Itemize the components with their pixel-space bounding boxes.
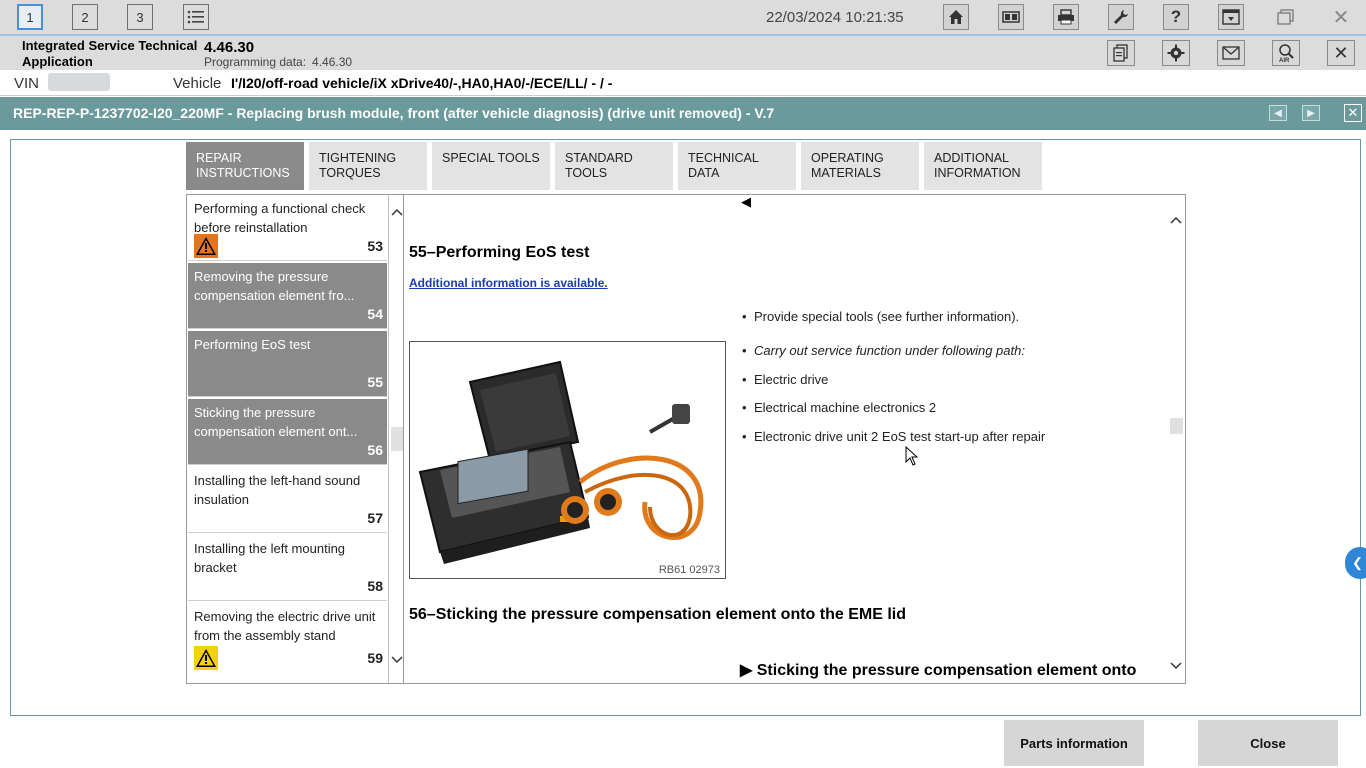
image-caption: RB61 02973: [658, 564, 720, 576]
instruction-bullet: • Electrical machine electronics 2: [742, 400, 937, 415]
instruction-content: ◀ 55–Performing EoS test Additional info…: [404, 194, 1186, 684]
datetime: 22/03/2024 10:21:35: [766, 9, 904, 26]
window-restore-icon[interactable]: [1273, 4, 1299, 30]
vehicle-value: I'/I20/off-road vehicle/iX xDrive40/-,HA…: [231, 75, 613, 91]
document-list-icon[interactable]: [1107, 40, 1135, 66]
caution-icon: [194, 646, 218, 670]
list-item[interactable]: Performing a functional check before rei…: [188, 195, 387, 261]
scroll-up-icon[interactable]: [391, 207, 403, 219]
bullet-text: Provide special tools (see further infor…: [754, 309, 1020, 324]
instruction-bullet: • Carry out service function under follow…: [742, 343, 1025, 358]
document-title-bar: REP-REP-P-1237702-I20_220MF - Replacing …: [0, 97, 1366, 130]
tab-additional-information[interactable]: Additional information: [924, 142, 1042, 190]
step-heading-56: 56–Sticking the pressure compensation el…: [409, 606, 906, 623]
step-title: Sticking the pressure compensation eleme…: [194, 405, 358, 439]
workspace-1-button[interactable]: 1: [17, 4, 43, 30]
step-number: 58: [367, 578, 383, 594]
tab-operating-materials[interactable]: Operating materials: [801, 142, 919, 190]
tab-repair-instructions[interactable]: Repair instructions: [186, 142, 304, 190]
mail-icon[interactable]: [1217, 40, 1245, 66]
instruction-bullet: • Electric drive: [742, 372, 829, 387]
bullet-text: Electronic drive unit 2 EoS test start-u…: [754, 429, 1046, 444]
mouse-cursor-icon: [905, 446, 919, 466]
app-version: 4.46.30: [204, 39, 255, 56]
list-item[interactable]: Removing the pressure compensation eleme…: [188, 263, 387, 329]
additional-info-link[interactable]: Additional information is available.: [409, 276, 608, 290]
step-number: 59: [367, 650, 383, 666]
step-number: 57: [367, 510, 383, 526]
close-session-icon[interactable]: ✕: [1327, 40, 1355, 66]
close-button[interactable]: Close: [1198, 720, 1338, 766]
parts-information-button[interactable]: Parts information: [1004, 720, 1144, 766]
print-icon[interactable]: [1053, 4, 1079, 30]
programming-data-value: 4.46.30: [312, 55, 353, 69]
app-header: Integrated Service Technical Application…: [0, 36, 1366, 70]
bullet-text: Electric drive: [754, 372, 829, 387]
instruction-bullet: • Provide special tools (see further info…: [742, 309, 1020, 324]
diagnosis-tester-illustration: [418, 360, 704, 564]
step-list: Performing a functional check before rei…: [186, 194, 404, 684]
list-item[interactable]: Removing the electric drive unit from th…: [188, 603, 387, 683]
step-number: 56: [367, 442, 383, 458]
vin-label: VIN: [14, 75, 40, 92]
programming-data: Programming data: 4.46.30: [204, 55, 352, 69]
content-scrollbar[interactable]: [1167, 195, 1185, 683]
instruction-bullet: • Electronic drive unit 2 EoS test start-…: [742, 429, 1046, 444]
step-title: Removing the electric drive unit from th…: [194, 609, 376, 643]
workspace-2-button[interactable]: 2: [72, 4, 98, 30]
help-icon[interactable]: ?: [1163, 4, 1189, 30]
scroll-up-icon[interactable]: [1170, 211, 1182, 229]
tab-tightening-torques[interactable]: Tightening torques: [309, 142, 427, 190]
close-document-icon[interactable]: ✕: [1344, 104, 1362, 122]
step-heading-55: 55–Performing EoS test: [409, 244, 590, 261]
list-item[interactable]: Installing the left-hand sound insulatio…: [188, 467, 387, 533]
scroll-down-icon[interactable]: [391, 655, 403, 667]
step-title: Performing EoS test: [194, 337, 311, 352]
document-title: REP-REP-P-1237702-I20_220MF - Replacing …: [13, 105, 775, 121]
air-search-icon[interactable]: AIR: [1272, 40, 1300, 66]
app-name: Integrated Service Technical Application: [22, 38, 198, 69]
vehicle-info-row: VIN Vehicle I'/I20/off-road vehicle/iX x…: [0, 70, 1366, 96]
wrench-icon[interactable]: [1108, 4, 1134, 30]
scroll-thumb[interactable]: [391, 427, 403, 451]
vehicle-label: Vehicle: [173, 75, 222, 92]
bullet-text: Carry out service function under followi…: [754, 343, 1025, 358]
bullet-text: Electrical machine electronics 2: [754, 400, 937, 415]
dropdown-panel-icon[interactable]: [1218, 4, 1244, 30]
programming-data-label: Programming data:: [204, 55, 307, 69]
list-item[interactable]: Performing EoS test 55: [188, 331, 387, 397]
warning-icon: [194, 234, 218, 258]
list-item[interactable]: Installing the left mounting bracket 58: [188, 535, 387, 601]
scroll-down-icon[interactable]: [1170, 657, 1182, 675]
step-title: Removing the pressure compensation eleme…: [194, 269, 355, 303]
step-number: 53: [367, 238, 383, 254]
side-panel-expand-icon[interactable]: ❮: [1345, 547, 1366, 579]
home-icon[interactable]: [943, 4, 969, 30]
workspace-3-button[interactable]: 3: [127, 4, 153, 30]
tab-special-tools[interactable]: Special tools: [432, 142, 550, 190]
scroll-thumb[interactable]: [1170, 418, 1183, 434]
previous-document-icon[interactable]: ◀: [1269, 105, 1287, 121]
vehicle-data-icon[interactable]: [998, 4, 1024, 30]
list-view-icon[interactable]: [183, 4, 209, 30]
collapse-triangle-icon[interactable]: ◀: [741, 195, 751, 210]
step-title: Installing the left-hand sound insulatio…: [194, 473, 361, 507]
special-tool-image[interactable]: RB61 02973: [409, 341, 726, 579]
step-title: Performing a functional check before rei…: [194, 201, 366, 235]
close-app-icon[interactable]: ✕: [1328, 4, 1354, 30]
svg-text:AIR: AIR: [1279, 58, 1290, 63]
tab-technical-data[interactable]: Technical data: [678, 142, 796, 190]
list-item[interactable]: Sticking the pressure compensation eleme…: [188, 399, 387, 465]
gear-icon[interactable]: [1162, 40, 1190, 66]
tab-standard-tools[interactable]: Standard tools: [555, 142, 673, 190]
step-list-scrollbar[interactable]: [388, 195, 403, 683]
vin-value-redacted: [48, 73, 110, 91]
next-document-icon[interactable]: ▶: [1302, 105, 1320, 121]
step-number: 55: [367, 374, 383, 390]
step-number: 54: [367, 306, 383, 322]
step-subheading-56[interactable]: ▶ Sticking the pressure compensation ele…: [740, 660, 1136, 680]
step-title: Installing the left mounting bracket: [194, 541, 346, 575]
top-toolbar: 1 2 3 22/03/2024 10:21:35 ? ✕: [0, 0, 1366, 36]
